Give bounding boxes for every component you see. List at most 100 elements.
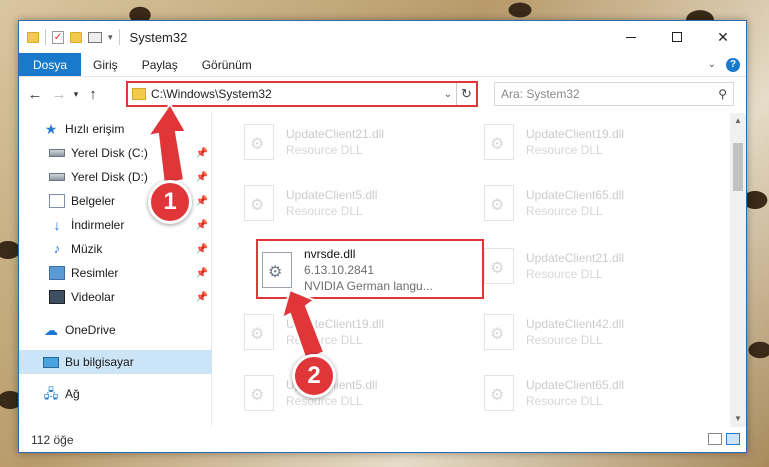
sidebar-item-network[interactable]: 🖧 Ağ (19, 382, 212, 406)
sidebar-item-videos[interactable]: Videolar 📌 (19, 285, 212, 309)
gear-icon: ⚙ (490, 387, 505, 404)
vertical-scrollbar[interactable]: ▲ ▼ (730, 113, 746, 427)
sidebar-item-label: OneDrive (65, 323, 116, 337)
gear-icon: ⚙ (490, 260, 505, 277)
window-controls: ✕ (608, 21, 746, 53)
pin-icon[interactable]: 📌 (196, 148, 208, 159)
refresh-icon[interactable]: ↻ (456, 83, 476, 105)
file-name: UpdateClient5.dll (286, 188, 378, 202)
sidebar-item-label: Müzik (71, 242, 103, 256)
pin-icon[interactable]: 📌 (196, 268, 208, 279)
up-arrow-icon[interactable]: ↑ (83, 86, 103, 103)
tab-view[interactable]: Görünüm (190, 53, 264, 76)
disk-icon (49, 149, 65, 157)
customize-toolbar-icon[interactable] (88, 31, 102, 43)
search-placeholder: Ara: System32 (501, 87, 580, 101)
chevron-down-icon[interactable]: ▾ (108, 32, 113, 43)
gear-icon: ⚙ (250, 136, 265, 153)
file-tile[interactable]: ⚙ UpdateClient42.dll Resource DLL (476, 309, 712, 355)
expand-ribbon-icon[interactable]: ⌄ (708, 59, 716, 70)
file-description: Resource DLL (286, 394, 363, 408)
file-tile[interactable]: ⚙ UpdateClient65.dll Resource DLL (476, 180, 712, 226)
file-description: Resource DLL (526, 394, 603, 408)
gear-icon: ⚙ (250, 197, 265, 214)
scroll-thumb[interactable] (733, 143, 743, 191)
file-description: Resource DLL (526, 204, 603, 218)
file-tile[interactable]: ⚙ UpdateClient65.dll Resource DLL (476, 370, 712, 416)
dll-file-icon: ⚙ (484, 124, 514, 160)
file-name: UpdateClient19.dll (286, 317, 385, 331)
gear-icon: ⚙ (490, 197, 505, 214)
dll-file-icon: ⚙ (244, 124, 274, 160)
search-icon[interactable]: ⚲ (718, 87, 727, 101)
sidebar-item-local-disk-c[interactable]: Yerel Disk (C:) 📌 (19, 141, 212, 165)
file-tile[interactable]: ⚙ UpdateClient21.dll Resource DLL (476, 243, 712, 289)
dll-file-icon: ⚙ (244, 314, 274, 350)
sidebar-item-label: Hızlı erişim (65, 122, 125, 136)
dll-file-icon: ⚙ (484, 185, 514, 221)
sidebar-item-quick-access[interactable]: ★ Hızlı erişim (19, 117, 212, 141)
sidebar-item-onedrive[interactable]: ☁ OneDrive (19, 318, 212, 342)
file-tile[interactable]: ⚙ UpdateClient19.dll Resource DLL (476, 119, 712, 165)
music-icon: ♪ (53, 241, 61, 256)
forward-arrow-icon[interactable]: → (49, 86, 69, 103)
sidebar-item-label: Yerel Disk (D:) (71, 170, 148, 184)
window-title: System32 (129, 29, 188, 45)
tab-share[interactable]: Paylaş (130, 53, 190, 76)
back-arrow-icon[interactable]: ← (25, 86, 45, 103)
gear-icon: ⚙ (250, 387, 265, 404)
close-button[interactable]: ✕ (700, 21, 746, 53)
help-icon[interactable]: ? (726, 57, 740, 72)
file-tile[interactable]: ⚙ UpdateClient21.dll Resource DLL (236, 119, 472, 165)
sidebar-item-label: Yerel Disk (C:) (71, 146, 148, 160)
address-bar[interactable]: C:\Windows\System32 ⌄ ↻ (126, 81, 478, 107)
pin-icon[interactable]: 📌 (196, 292, 208, 303)
callout-step-1: 1 (148, 180, 192, 224)
title-bar: ✓ ▾ System32 ✕ (19, 21, 746, 53)
pictures-icon (49, 266, 65, 280)
tab-home[interactable]: Giriş (81, 53, 130, 76)
chevron-down-icon[interactable]: ⌄ (440, 89, 456, 100)
pin-icon[interactable]: 📌 (196, 196, 208, 207)
sidebar-item-music[interactable]: ♪ Müzik 📌 (19, 237, 212, 261)
folder-icon (27, 31, 39, 43)
large-icons-view-icon[interactable] (726, 433, 740, 445)
search-input[interactable]: Ara: System32 ⚲ (494, 82, 734, 106)
file-tile[interactable]: ⚙ UpdateClient5.dllResource DLL (236, 180, 472, 226)
sidebar-item-this-pc[interactable]: Bu bilgisayar (19, 350, 212, 374)
star-icon: ★ (44, 121, 58, 137)
dll-file-icon: ⚙ (484, 375, 514, 411)
view-buttons (708, 433, 740, 445)
address-path[interactable]: C:\Windows\System32 (151, 87, 440, 101)
dll-file-icon: ⚙ (244, 375, 274, 411)
file-description: Resource DLL (286, 333, 363, 347)
tab-file[interactable]: Dosya (19, 53, 82, 76)
maximize-button[interactable] (654, 21, 700, 53)
file-tile[interactable]: ⚙ UpdateClient19.dll Resource DLL (236, 309, 472, 355)
sidebar-item-label: Belgeler (71, 194, 116, 208)
sidebar-item-label: Resimler (71, 266, 119, 280)
navigation-pane: ★ Hızlı erişim Yerel Disk (C:) 📌 Yerel D… (19, 113, 212, 427)
scroll-down-icon[interactable]: ▼ (730, 411, 746, 427)
file-description: Resource DLL (526, 267, 603, 281)
details-view-icon[interactable] (708, 433, 722, 445)
pin-icon[interactable]: 📌 (196, 220, 208, 231)
gear-icon: ⚙ (250, 326, 265, 343)
properties-check-icon[interactable]: ✓ (52, 30, 64, 44)
dll-file-icon: ⚙ (484, 314, 514, 350)
file-name: UpdateClient19.dll (526, 127, 625, 141)
file-tile[interactable]: ⚙ UpdateClient5.dllResource DLL (236, 370, 472, 416)
downloads-icon: ↓ (53, 217, 61, 233)
pin-icon[interactable]: 📌 (196, 244, 208, 255)
pin-icon[interactable]: 📌 (196, 172, 208, 183)
new-folder-icon[interactable] (70, 31, 82, 43)
recent-locations-icon[interactable]: ▾ (69, 89, 83, 100)
sidebar-item-pictures[interactable]: Resimler 📌 (19, 261, 212, 285)
file-name: UpdateClient65.dll (526, 378, 625, 392)
scroll-up-icon[interactable]: ▲ (730, 113, 746, 129)
quick-access-toolbar: ✓ ▾ (19, 29, 120, 45)
disk-icon (49, 173, 65, 181)
minimize-button[interactable] (608, 21, 654, 53)
file-description: Resource DLL (526, 143, 603, 157)
documents-icon (49, 194, 65, 208)
